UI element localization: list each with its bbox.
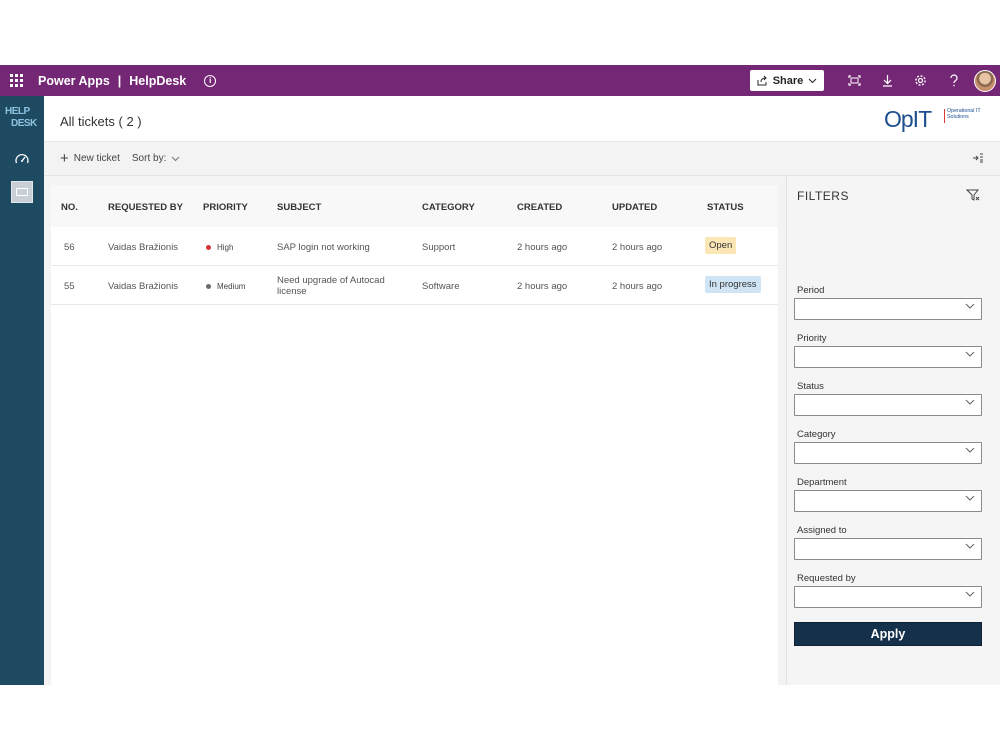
top-bar: Power Apps | HelpDesk i Share	[0, 65, 1000, 96]
table-header: NO. REQUESTED BY PRIORITY SUBJECT CATEGO…	[51, 185, 778, 227]
app-title: HelpDesk	[129, 73, 187, 88]
status-dropdown[interactable]	[794, 394, 982, 416]
category-dropdown[interactable]	[794, 442, 982, 464]
download-icon[interactable]	[871, 65, 904, 96]
chevron-down-icon	[808, 78, 817, 83]
period-label: Period	[797, 285, 825, 296]
title-separator: |	[117, 73, 122, 88]
table-row[interactable]: 56 Vaidas Bražionis High SAP login not w…	[51, 227, 778, 266]
rail-item-dashboard[interactable]	[0, 144, 44, 174]
info-icon[interactable]: i	[204, 74, 217, 87]
logo-line-1: HELP	[5, 106, 30, 117]
chevron-down-icon	[965, 303, 975, 309]
brand-logo: OpIT Operational IT Solutions	[884, 106, 994, 132]
ticket-no: 56	[64, 242, 75, 253]
assigned-to-dropdown[interactable]	[794, 538, 982, 560]
col-updated[interactable]: UPDATED	[612, 202, 657, 213]
requested-by: Vaidas Bražionis	[108, 242, 179, 253]
waffle-icon[interactable]	[0, 65, 32, 96]
logo-line-2: DESK	[11, 118, 37, 129]
chevron-down-icon	[965, 591, 975, 597]
chevron-down-icon	[172, 156, 180, 161]
subject-line-2: license	[277, 286, 307, 297]
filter-clear-icon[interactable]	[966, 188, 980, 202]
col-status[interactable]: STATUS	[707, 202, 744, 213]
assigned-to-label: Assigned to	[797, 525, 847, 536]
app-name: Power Apps	[38, 73, 110, 88]
sort-by-label: Sort by:	[131, 153, 167, 164]
chevron-down-icon	[965, 495, 975, 501]
col-created[interactable]: CREATED	[517, 202, 562, 213]
share-button[interactable]: Share	[750, 70, 824, 91]
priority-dropdown[interactable]	[794, 346, 982, 368]
priority-dot	[206, 284, 211, 289]
priority: Medium	[206, 282, 245, 291]
updated: 2 hours ago	[612, 242, 663, 253]
priority-label: Priority	[797, 333, 827, 344]
chevron-down-icon	[965, 399, 975, 405]
category-label: Category	[797, 429, 836, 440]
category: Software	[422, 281, 460, 292]
apply-button[interactable]: Apply	[794, 622, 982, 646]
top-bar-actions: Share	[750, 65, 1000, 96]
col-no[interactable]: NO.	[61, 202, 78, 213]
avatar[interactable]	[974, 69, 996, 92]
left-rail: HELP DESK	[0, 96, 44, 685]
brand-mark: OpIT	[884, 106, 932, 132]
main-area: NO. REQUESTED BY PRIORITY SUBJECT CATEGO…	[44, 176, 786, 685]
plus-icon: +	[60, 149, 69, 167]
subject: Need upgrade of Autocad	[277, 275, 385, 286]
table-row[interactable]: 55 Vaidas Bražionis Medium Need upgrade …	[51, 266, 778, 305]
chevron-down-icon	[965, 543, 975, 549]
col-priority[interactable]: PRIORITY	[203, 202, 248, 213]
priority: High	[206, 243, 233, 252]
command-bar: + New ticket Sort by:	[44, 142, 1000, 176]
page-header: All tickets ( 2 ) OpIT Operational IT So…	[44, 96, 1000, 142]
created: 2 hours ago	[517, 281, 568, 292]
tickets-icon	[11, 181, 33, 203]
period-dropdown[interactable]	[794, 298, 982, 320]
share-icon	[757, 75, 767, 86]
brand-tagline: Operational IT Solutions	[947, 108, 981, 120]
new-ticket-label: New ticket	[73, 153, 120, 164]
new-ticket-button[interactable]: + New ticket	[60, 149, 120, 167]
requested-by: Vaidas Bražionis	[108, 281, 179, 292]
updated: 2 hours ago	[612, 281, 663, 292]
sort-by-dropdown[interactable]: Sort by:	[132, 153, 180, 164]
status-badge: Open	[705, 237, 737, 254]
rail-item-tickets[interactable]	[0, 177, 44, 207]
priority-dot	[206, 245, 211, 250]
help-icon[interactable]	[937, 65, 970, 96]
brand-divider	[944, 109, 945, 123]
subject: SAP login not working	[277, 242, 370, 253]
col-category[interactable]: CATEGORY	[422, 202, 475, 213]
helpdesk-logo: HELP DESK	[5, 106, 39, 132]
filters-panel: FILTERS Period Priority Status Category …	[786, 176, 1000, 685]
fit-screen-icon[interactable]	[838, 65, 871, 96]
created: 2 hours ago	[517, 242, 568, 253]
department-dropdown[interactable]	[794, 490, 982, 512]
chevron-down-icon	[965, 447, 975, 453]
chevron-down-icon	[965, 351, 975, 357]
ticket-no: 55	[64, 281, 75, 292]
department-label: Department	[797, 477, 847, 488]
gear-icon[interactable]	[904, 65, 937, 96]
col-subject[interactable]: SUBJECT	[277, 202, 321, 213]
share-label: Share	[772, 74, 804, 87]
tickets-table: NO. REQUESTED BY PRIORITY SUBJECT CATEGO…	[51, 185, 778, 685]
requested-by-dropdown[interactable]	[794, 586, 982, 608]
requested-by-label: Requested by	[797, 573, 856, 584]
col-requested-by[interactable]: REQUESTED BY	[108, 202, 183, 213]
category: Support	[422, 242, 456, 253]
collapse-panel-icon[interactable]	[972, 153, 984, 166]
priority-label: High	[217, 243, 234, 252]
status-badge: In progress	[705, 276, 761, 293]
priority-label: Medium	[217, 282, 246, 291]
page-title: All tickets ( 2 )	[60, 114, 142, 129]
filters-title: FILTERS	[797, 189, 849, 203]
dashboard-icon	[15, 153, 29, 164]
status-label: Status	[797, 381, 824, 392]
app-frame: Power Apps | HelpDesk i Share HELP DESK …	[0, 65, 1000, 685]
